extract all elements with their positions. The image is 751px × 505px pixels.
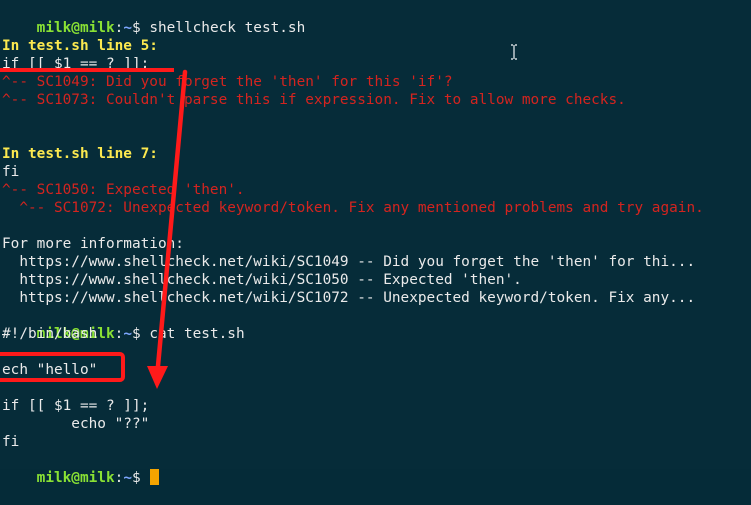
file-line-fi: fi <box>2 434 20 450</box>
wiki-link-sc1049[interactable]: https://www.shellcheck.net/wiki/SC1049 -… <box>2 253 695 271</box>
code-line-if: if [[ $1 == ? ]]; <box>2 56 150 72</box>
ibeam-cursor-icon <box>511 44 517 60</box>
prompt-path: ~ <box>123 20 132 36</box>
file-line-if: if [[ $1 == ? ]]; <box>2 398 150 414</box>
error-sc1049: ^-- SC1049: Did you forget the 'then' fo… <box>2 74 453 90</box>
prompt-line-final[interactable]: milk@milk:~$ <box>2 451 160 486</box>
block-cursor <box>150 469 160 485</box>
error-sc1073: ^-- SC1073: Couldn't parse this if expre… <box>2 92 626 108</box>
file-line-ech-typo: ech "hello" <box>2 362 98 378</box>
prompt-line-cat: milk@milk:~$ cat test.sh <box>2 307 245 342</box>
arrow-down-icon <box>147 366 168 389</box>
prompt-separator: : <box>114 470 124 486</box>
prompt-user: milk@milk <box>36 20 115 36</box>
prompt-line-shellcheck: milk@milk:~$ shellcheck test.sh <box>2 1 306 36</box>
wiki-link-sc1072[interactable]: https://www.shellcheck.net/wiki/SC1072 -… <box>2 289 695 307</box>
command-text: shellcheck test.sh <box>149 20 306 36</box>
issue-header-line-5: In test.sh line 5: <box>2 38 158 54</box>
prompt-user: milk@milk <box>36 470 115 486</box>
prompt-symbol: $ <box>131 326 150 342</box>
prompt-separator: : <box>114 326 124 342</box>
prompt-symbol: $ <box>131 20 150 36</box>
wiki-link-sc1050[interactable]: https://www.shellcheck.net/wiki/SC1050 -… <box>2 271 522 289</box>
error-sc1072: ^-- SC1072: Unexpected keyword/token. Fi… <box>2 200 704 216</box>
error-sc1050: ^-- SC1050: Expected 'then'. <box>2 182 245 198</box>
prompt-path: ~ <box>123 326 132 342</box>
file-line-echo: echo "??" <box>2 416 150 432</box>
code-line-fi: fi <box>2 164 20 180</box>
command-text: cat test.sh <box>149 326 245 342</box>
terminal-window[interactable]: milk@milk:~$ shellcheck test.sh In test.… <box>0 0 751 486</box>
issue-header-line-7: In test.sh line 7: <box>2 146 158 162</box>
prompt-separator: : <box>114 20 124 36</box>
prompt-path: ~ <box>123 470 132 486</box>
prompt-symbol: $ <box>131 470 150 486</box>
file-line-shebang: #!/bin/bash <box>2 326 98 342</box>
more-info-heading: For more information: <box>2 236 184 252</box>
